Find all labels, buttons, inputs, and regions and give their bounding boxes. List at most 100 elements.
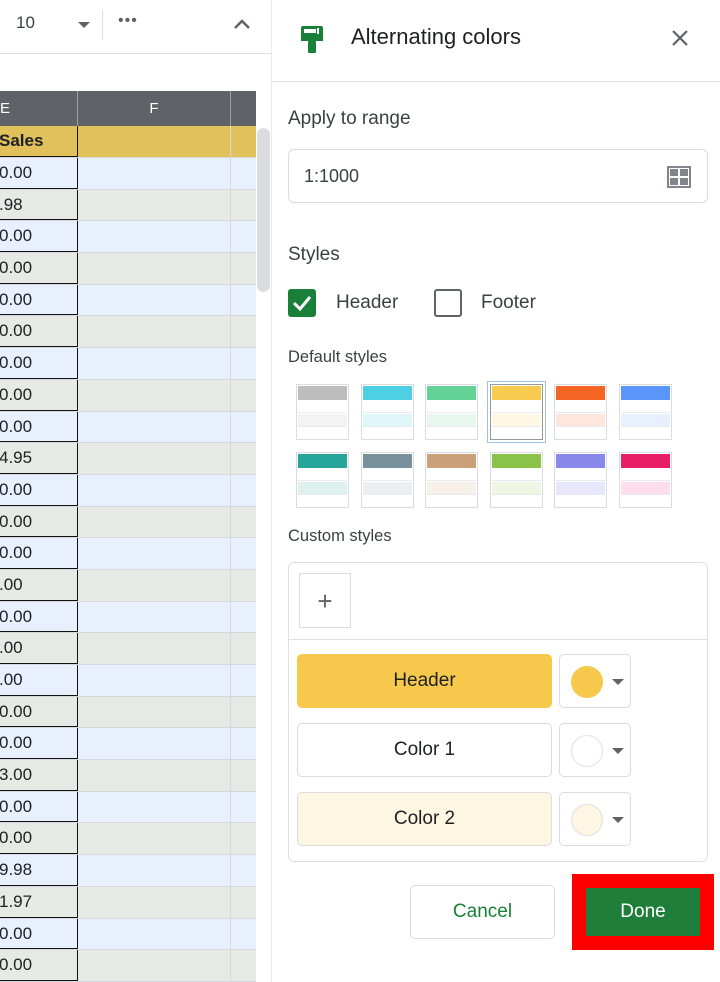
cell-f[interactable]: [78, 823, 231, 855]
cell-e[interactable]: 0.00: [0, 791, 78, 823]
range-input[interactable]: 1:1000: [288, 149, 708, 203]
cell-e[interactable]: 0.00: [0, 474, 78, 506]
cell-g[interactable]: [231, 570, 256, 601]
cell-e[interactable]: 0.00: [0, 348, 78, 379]
cell-g[interactable]: [231, 728, 256, 759]
default-style-yellow[interactable]: [486, 381, 546, 443]
cell-g[interactable]: [231, 697, 256, 728]
cell-e[interactable]: 0.00: [0, 601, 78, 633]
cell-g[interactable]: [231, 507, 256, 538]
cell-f[interactable]: [78, 918, 231, 950]
cell-f[interactable]: [78, 538, 231, 569]
cancel-button[interactable]: Cancel: [410, 885, 555, 939]
cell-f[interactable]: [78, 665, 231, 696]
scrollbar-thumb[interactable]: [257, 128, 270, 292]
cell-e[interactable]: .00: [0, 569, 78, 601]
cell-e[interactable]: 0.00: [0, 253, 78, 284]
cell-f[interactable]: [78, 221, 231, 253]
cell-f[interactable]: [78, 316, 231, 348]
color-1-picker[interactable]: [559, 723, 631, 777]
font-size-dropdown-icon[interactable]: [78, 22, 90, 28]
cell-e[interactable]: 0.00: [0, 316, 78, 348]
column-header-g[interactable]: [231, 91, 256, 126]
cell-e[interactable]: 0.00: [0, 538, 78, 569]
cell-e[interactable]: .00: [0, 633, 78, 664]
close-icon[interactable]: [668, 26, 692, 50]
header-color-picker[interactable]: [559, 654, 631, 708]
font-size-value[interactable]: 10: [16, 13, 35, 33]
more-options-button[interactable]: •••: [118, 12, 138, 30]
cell-e[interactable]: 0.00: [0, 158, 78, 189]
cell-g[interactable]: [231, 253, 256, 284]
cell-f[interactable]: [78, 474, 231, 506]
cell-e[interactable]: 0.00: [0, 284, 78, 316]
cell-g[interactable]: [231, 443, 256, 474]
cell-e[interactable]: 3.00: [0, 760, 78, 791]
cell-g[interactable]: [231, 285, 256, 316]
add-custom-style-button[interactable]: +: [299, 573, 351, 628]
cell-e[interactable]: 0.00: [0, 918, 78, 950]
footer-checkbox[interactable]: [434, 289, 462, 317]
column-header-f[interactable]: F: [78, 91, 231, 126]
cell-f[interactable]: [78, 126, 231, 157]
cell-e[interactable]: 0.00: [0, 696, 78, 728]
cell-g[interactable]: [231, 665, 256, 696]
cell-e[interactable]: .98: [0, 189, 78, 221]
cell-g[interactable]: [231, 602, 256, 633]
cell-f[interactable]: [78, 411, 231, 443]
color-2-button[interactable]: Color 2: [297, 792, 552, 846]
cell-f[interactable]: [78, 443, 231, 474]
cell-e[interactable]: 9.98: [0, 855, 78, 886]
cell-f[interactable]: [78, 569, 231, 601]
cell-e[interactable]: 0.00: [0, 411, 78, 443]
cell-g[interactable]: [231, 412, 256, 443]
header-color-button[interactable]: Header: [297, 654, 552, 708]
default-style-slate[interactable]: [360, 452, 414, 508]
color-2-picker[interactable]: [559, 792, 631, 846]
cell-e[interactable]: 0.00: [0, 823, 78, 855]
cell-g[interactable]: [231, 190, 256, 221]
cell-g[interactable]: [231, 221, 256, 252]
cell-f[interactable]: [78, 348, 231, 379]
cell-e[interactable]: 0.00: [0, 950, 78, 981]
cell-e[interactable]: 4.95: [0, 443, 78, 474]
cell-f[interactable]: [78, 284, 231, 316]
cell-f[interactable]: [78, 253, 231, 284]
default-style-lavender[interactable]: [554, 452, 607, 508]
default-style-teal[interactable]: [296, 452, 349, 508]
cell-e[interactable]: 0.00: [0, 728, 78, 760]
cell-f[interactable]: [78, 886, 231, 918]
cell-e[interactable]: 1.97: [0, 886, 78, 918]
default-style-tan[interactable]: [425, 452, 478, 508]
cell-f[interactable]: [78, 379, 231, 411]
cell-e[interactable]: .00: [0, 665, 78, 696]
default-style-orange[interactable]: [554, 384, 607, 440]
formula-bar[interactable]: [0, 55, 272, 91]
cell-f[interactable]: [78, 855, 231, 886]
default-style-lime[interactable]: [489, 452, 543, 508]
cell-e[interactable]: 0.00: [0, 379, 78, 411]
cell-f[interactable]: [78, 728, 231, 760]
cell-g[interactable]: [231, 126, 256, 157]
cell-g[interactable]: [231, 316, 256, 347]
cell-f[interactable]: [78, 506, 231, 538]
default-style-blue[interactable]: [618, 384, 672, 440]
select-range-grid-icon[interactable]: [667, 166, 691, 188]
cell-e[interactable]: 0.00: [0, 221, 78, 253]
footer-checkbox-label[interactable]: Footer: [481, 292, 536, 314]
cell-g[interactable]: [231, 855, 256, 886]
vertical-scrollbar[interactable]: [256, 126, 272, 982]
default-style-green[interactable]: [425, 384, 478, 440]
color-1-button[interactable]: Color 1: [297, 723, 552, 777]
cell-g[interactable]: [231, 348, 256, 379]
cell-g[interactable]: [231, 475, 256, 506]
cell-e[interactable]: 0.00: [0, 506, 78, 538]
cell-g[interactable]: [231, 919, 256, 950]
cell-e-header[interactable]: Sales: [0, 126, 78, 157]
cell-g[interactable]: [231, 538, 256, 569]
cell-g[interactable]: [231, 823, 256, 854]
collapse-toolbar-icon[interactable]: [232, 14, 252, 34]
done-button[interactable]: Done: [586, 888, 700, 936]
cell-g[interactable]: [231, 380, 256, 411]
cell-g[interactable]: [231, 633, 256, 664]
